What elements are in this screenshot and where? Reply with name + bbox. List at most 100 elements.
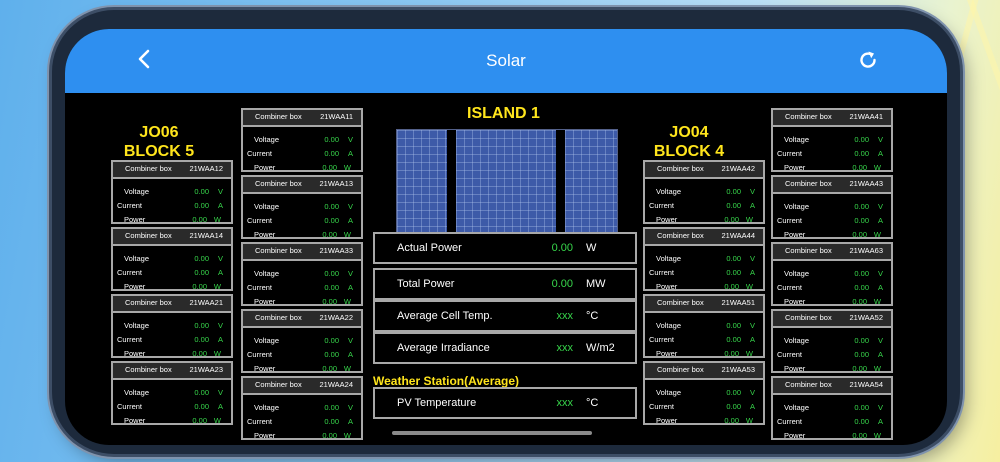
combiner-box-header: Combiner box 21WAA42 [645, 162, 763, 179]
current-label: Current [649, 201, 675, 210]
combiner-box[interactable]: Combiner box 21WAA42 Voltage 0.00 V Current 0.… [643, 160, 765, 224]
current-row: Current 0.00 A [243, 146, 361, 160]
combiner-box-label: Combiner box [255, 313, 302, 322]
right-block-title: JO04 BLOCK 4 [639, 123, 739, 161]
combiner-box[interactable]: Combiner box 21WAA52 Voltage 0.00 V Current 0.… [771, 309, 893, 373]
combiner-box[interactable]: Combiner box 21WAA13 Voltage 0.00 V Current 0.… [241, 175, 363, 239]
voltage-label: Voltage [656, 388, 682, 397]
current-unit: A [749, 201, 755, 210]
metric-box: Total Power 0.00 MW [373, 268, 637, 300]
combiner-box-header: Combiner box 21WAA21 [113, 296, 231, 313]
voltage-row: Voltage 0.00 V [113, 184, 231, 198]
voltage-label: Voltage [784, 202, 810, 211]
voltage-label: Voltage [124, 187, 150, 196]
voltage-row: Voltage 0.00 V [645, 385, 763, 399]
current-value: 0.00 [324, 350, 339, 359]
combiner-box[interactable]: Combiner box 21WAA33 Voltage 0.00 V Current 0.… [241, 242, 363, 306]
current-row: Current 0.00 A [243, 280, 361, 294]
power-value: 0.00 [852, 364, 867, 373]
voltage-value: 0.00 [854, 269, 869, 278]
power-value: 0.00 [852, 297, 867, 306]
voltage-row: Voltage 0.00 V [773, 400, 891, 414]
weather-metric-label: PV Temperature [397, 397, 477, 409]
combiner-box[interactable]: Combiner box 21WAA51 Voltage 0.00 V Current 0.… [643, 294, 765, 358]
power-value: 0.00 [322, 297, 337, 306]
left-block-title: JO06 BLOCK 5 [109, 123, 209, 161]
right-block-name: BLOCK 4 [653, 143, 725, 160]
power-value: 0.00 [852, 230, 867, 239]
combiner-box-id: 21WAA41 [849, 112, 884, 121]
voltage-label: Voltage [254, 135, 280, 144]
voltage-value: 0.00 [726, 187, 741, 196]
current-unit: A [749, 268, 755, 277]
power-value: 0.00 [322, 230, 337, 239]
metric-unit: W [586, 242, 597, 254]
voltage-unit: V [877, 135, 883, 144]
current-unit: A [347, 417, 353, 426]
voltage-row: Voltage 0.00 V [243, 400, 361, 414]
current-label: Current [247, 417, 273, 426]
combiner-box[interactable]: Combiner box 21WAA43 Voltage 0.00 V Current 0.… [771, 175, 893, 239]
metric-label: Average Irradiance [397, 342, 490, 354]
voltage-unit: V [347, 202, 353, 211]
combiner-box-header: Combiner box 21WAA41 [773, 110, 891, 127]
current-row: Current 0.00 A [645, 265, 763, 279]
power-row: Power 0.00 W [645, 346, 763, 360]
current-label: Current [777, 283, 803, 292]
current-unit: A [217, 335, 223, 344]
voltage-row: Voltage 0.00 V [773, 199, 891, 213]
current-row: Current 0.00 A [645, 198, 763, 212]
combiner-box-id: 21WAA53 [721, 365, 756, 374]
voltage-value: 0.00 [726, 388, 741, 397]
power-label: Power [254, 163, 276, 172]
combiner-box[interactable]: Combiner box 21WAA11 Voltage 0.00 V Current 0.… [241, 108, 363, 172]
refresh-button[interactable] [857, 49, 879, 71]
power-unit: W [343, 297, 351, 306]
metric-value: 0.00 [551, 242, 573, 254]
combiner-box-id: 21WAA43 [849, 179, 884, 188]
power-row: Power 0.00 W [243, 428, 361, 442]
current-row: Current 0.00 A [243, 213, 361, 227]
voltage-label: Voltage [784, 336, 810, 345]
combiner-box[interactable]: Combiner box 21WAA63 Voltage 0.00 V Current 0.… [771, 242, 893, 306]
combiner-box[interactable]: Combiner box 21WAA24 Voltage 0.00 V Current 0.… [241, 376, 363, 440]
power-value: 0.00 [724, 282, 739, 291]
combiner-box-id: 21WAA42 [721, 164, 756, 173]
current-unit: A [877, 149, 883, 158]
voltage-value: 0.00 [854, 135, 869, 144]
metric-label: Actual Power [397, 242, 462, 254]
combiner-box[interactable]: Combiner box 21WAA22 Voltage 0.00 V Current 0.… [241, 309, 363, 373]
combiner-box-label: Combiner box [125, 231, 172, 240]
combiner-box[interactable]: Combiner box 21WAA21 Voltage 0.00 V Current 0.… [111, 294, 233, 358]
combiner-box-id: 21WAA13 [319, 179, 354, 188]
voltage-row: Voltage 0.00 V [113, 385, 231, 399]
combiner-box[interactable]: Combiner box 21WAA12 Voltage 0.00 V Current 0.… [111, 160, 233, 224]
current-value: 0.00 [324, 417, 339, 426]
voltage-row: Voltage 0.00 V [773, 333, 891, 347]
power-unit: W [745, 215, 753, 224]
combiner-box-label: Combiner box [255, 179, 302, 188]
current-unit: A [749, 402, 755, 411]
voltage-label: Voltage [784, 135, 810, 144]
combiner-box[interactable]: Combiner box 21WAA14 Voltage 0.00 V Current 0.… [111, 227, 233, 291]
combiner-box[interactable]: Combiner box 21WAA23 Voltage 0.00 V Current 0.… [111, 361, 233, 425]
voltage-unit: V [877, 336, 883, 345]
combiner-box[interactable]: Combiner box 21WAA53 Voltage 0.00 V Current 0.… [643, 361, 765, 425]
combiner-box-header: Combiner box 21WAA51 [645, 296, 763, 313]
combiner-box-id: 21WAA54 [849, 380, 884, 389]
power-row: Power 0.00 W [773, 160, 891, 174]
power-unit: W [343, 431, 351, 440]
current-row: Current 0.00 A [645, 399, 763, 413]
combiner-box[interactable]: Combiner box 21WAA44 Voltage 0.00 V Current 0.… [643, 227, 765, 291]
current-unit: A [217, 402, 223, 411]
power-label: Power [784, 163, 806, 172]
combiner-box[interactable]: Combiner box 21WAA41 Voltage 0.00 V Current 0.… [771, 108, 893, 172]
combiner-box[interactable]: Combiner box 21WAA54 Voltage 0.00 V Current 0.… [771, 376, 893, 440]
power-row: Power 0.00 W [243, 361, 361, 375]
power-unit: W [873, 297, 881, 306]
current-label: Current [777, 417, 803, 426]
voltage-value: 0.00 [854, 403, 869, 412]
current-label: Current [117, 402, 143, 411]
combiner-box-label: Combiner box [785, 246, 832, 255]
voltage-row: Voltage 0.00 V [645, 184, 763, 198]
